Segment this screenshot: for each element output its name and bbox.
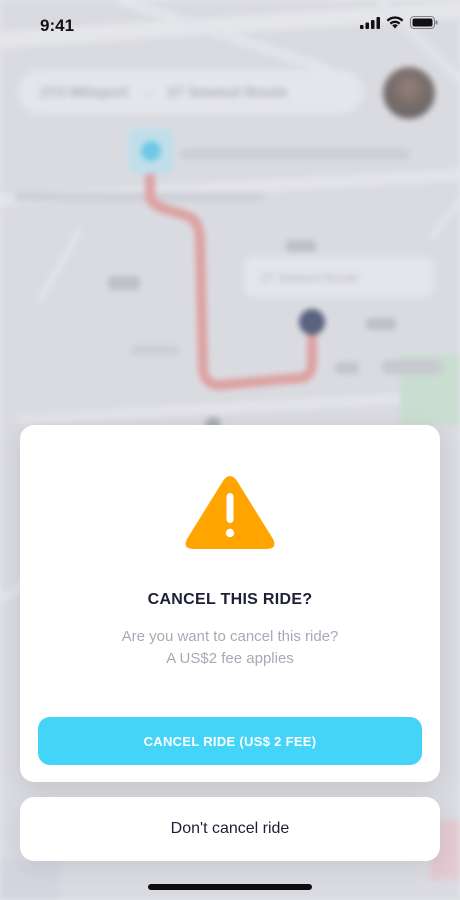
home-indicator[interactable] — [148, 884, 312, 890]
battery-icon — [410, 16, 438, 29]
warning-icon — [185, 476, 275, 549]
dialog-title: CANCEL THIS RIDE? — [147, 591, 313, 608]
status-bar: 9:41 — [0, 0, 460, 50]
dialog-message-line2: A US$2 fee applies — [166, 650, 294, 667]
status-time: 9:41 — [40, 16, 75, 35]
wifi-icon — [386, 16, 404, 29]
dont-cancel-button[interactable]: Don't cancel ride — [20, 797, 440, 861]
dialog-message-line1: Are you want to cancel this ride? — [121, 628, 339, 645]
cancel-ride-dialog: CANCEL THIS RIDE? Are you want to cancel… — [20, 425, 440, 782]
signal-icon — [360, 16, 380, 29]
dialog-message: Are you want to cancel this ride? A US$2… — [20, 626, 440, 670]
ride-screen: 273 Mitsport → 27 Sowsol Route 27 Sowsol R… — [0, 0, 460, 900]
cancel-ride-button[interactable]: CANCEL RIDE (US$ 2 FEE) — [38, 717, 422, 765]
